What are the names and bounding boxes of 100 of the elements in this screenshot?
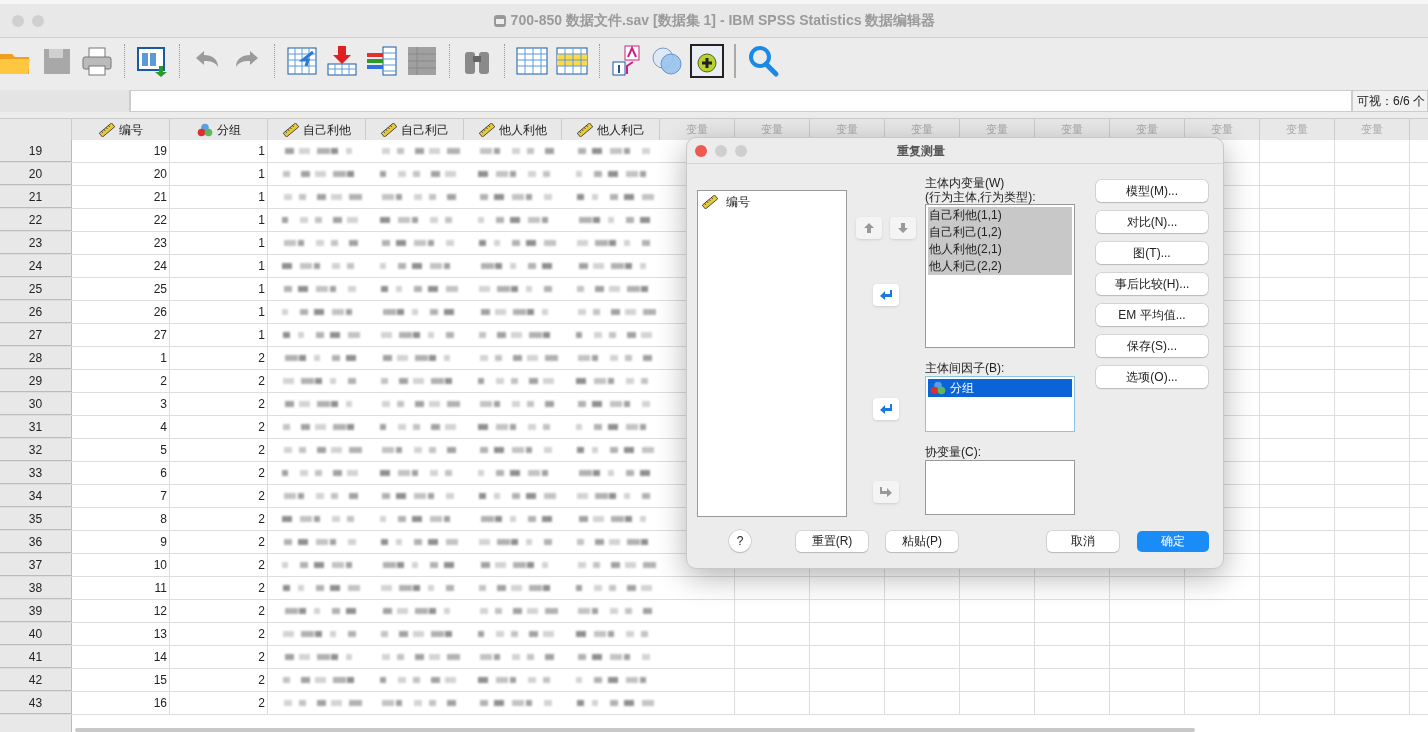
column-header[interactable]: 自己利他 xyxy=(268,119,366,140)
option-button[interactable]: 事后比较(H)... xyxy=(1096,273,1208,295)
move-up-button[interactable] xyxy=(856,217,882,239)
table-cell: 2 xyxy=(72,370,170,392)
row-number[interactable]: 23 xyxy=(0,232,72,254)
move-down-button[interactable] xyxy=(890,217,916,239)
goto-case-icon[interactable] xyxy=(285,44,319,78)
between-subjects-list[interactable]: 分组 xyxy=(925,376,1075,432)
column-name: 自己利他 xyxy=(302,121,351,139)
horizontal-scrollbar[interactable] xyxy=(75,728,1195,732)
move-left-button[interactable] xyxy=(873,284,899,306)
list-item[interactable]: 编号 xyxy=(726,193,750,211)
row-number[interactable]: 21 xyxy=(0,186,72,208)
column-header[interactable]: 编号 xyxy=(72,119,170,140)
table-cell: 1 xyxy=(170,301,268,323)
table-cell: 2 xyxy=(170,462,268,484)
row-number[interactable]: 43 xyxy=(0,692,72,714)
row-number[interactable]: 42 xyxy=(0,669,72,691)
table-cell: 2 xyxy=(170,393,268,415)
row-number[interactable]: 30 xyxy=(0,393,72,415)
up-arrow-icon xyxy=(863,222,875,234)
row-number[interactable]: 37 xyxy=(0,554,72,576)
column-header[interactable]: 自己利己 xyxy=(366,119,464,140)
table-icon[interactable] xyxy=(555,44,589,78)
print-icon[interactable] xyxy=(80,44,114,78)
option-button[interactable]: 图(T)... xyxy=(1096,242,1208,264)
row-number[interactable]: 29 xyxy=(0,370,72,392)
split-file-icon[interactable] xyxy=(405,44,439,78)
field-label: 主体内变量(W) xyxy=(925,176,1006,190)
dialog-title: 重复测量 xyxy=(897,143,945,160)
zoom-button[interactable] xyxy=(735,144,747,157)
row-number[interactable]: 20 xyxy=(0,163,72,185)
table-cell: 24 xyxy=(72,255,170,277)
row-number[interactable]: 38 xyxy=(0,577,72,599)
column-name: 自己利己 xyxy=(400,121,449,139)
dialog-button[interactable]: 取消 xyxy=(1047,530,1119,552)
column-header[interactable]: 他人利他 xyxy=(464,119,562,140)
insert-variable-icon[interactable] xyxy=(365,44,399,78)
row-number[interactable]: 27 xyxy=(0,324,72,346)
column-header[interactable]: 分组 xyxy=(170,119,268,140)
table-cell: 2 xyxy=(170,416,268,438)
row-number[interactable]: 35 xyxy=(0,508,72,530)
list-item[interactable]: 自己利他(1,1) xyxy=(928,207,1072,224)
column-header[interactable]: 他人利己 xyxy=(562,119,660,140)
minimize-button[interactable] xyxy=(715,144,727,157)
row-number[interactable]: 25 xyxy=(0,278,72,300)
list-item[interactable]: 他人利他(2,1) xyxy=(928,241,1072,258)
option-button[interactable]: 选项(O)... xyxy=(1096,366,1208,388)
close-button[interactable] xyxy=(695,144,707,157)
table-cell: 9 xyxy=(72,531,170,553)
table-cell: 2 xyxy=(170,370,268,392)
row-number[interactable]: 33 xyxy=(0,462,72,484)
table-cell: 2 xyxy=(170,347,268,369)
option-button[interactable]: 模型(M)... xyxy=(1096,180,1208,202)
import-data-icon[interactable] xyxy=(135,44,169,78)
list-item[interactable]: 他人利己(2,2) xyxy=(928,258,1072,275)
source-variable-list[interactable]: 编号 xyxy=(697,190,847,517)
document-icon xyxy=(492,13,507,28)
row-number[interactable]: 19 xyxy=(0,140,72,162)
covariate-list[interactable] xyxy=(925,460,1075,515)
row-number[interactable]: 28 xyxy=(0,347,72,369)
row-number[interactable]: 22 xyxy=(0,209,72,231)
table-cell: 4 xyxy=(72,416,170,438)
move-left-button[interactable] xyxy=(873,398,899,420)
dialog-button[interactable]: 重置(R) xyxy=(796,530,868,552)
row-number[interactable]: 39 xyxy=(0,600,72,622)
table-cell: 2 xyxy=(170,531,268,553)
option-button[interactable]: 保存(S)... xyxy=(1096,335,1208,357)
help-button[interactable]: ? xyxy=(729,530,751,552)
table-cell: 2 xyxy=(170,623,268,645)
table-cell: 8 xyxy=(72,508,170,530)
table-cell: 20 xyxy=(72,163,170,185)
search-icon[interactable] xyxy=(746,44,780,78)
table-cell: 16 xyxy=(72,692,170,714)
balls-icon xyxy=(930,381,946,395)
field-label: 协变量(C): xyxy=(925,444,982,460)
cell-editor-field[interactable] xyxy=(130,90,1352,112)
row-number[interactable]: 31 xyxy=(0,416,72,438)
move-right-button[interactable] xyxy=(873,481,899,503)
row-number[interactable]: 26 xyxy=(0,301,72,323)
add-icon[interactable] xyxy=(690,44,724,78)
row-number[interactable]: 36 xyxy=(0,531,72,553)
dialog-button[interactable]: 粘贴(P) xyxy=(886,530,958,552)
row-number[interactable]: 24 xyxy=(0,255,72,277)
row-number[interactable]: 41 xyxy=(0,646,72,668)
option-button[interactable]: 对比(N)... xyxy=(1096,211,1208,233)
option-button[interactable]: EM 平均值... xyxy=(1096,304,1208,326)
table-cell: 1 xyxy=(170,140,268,162)
list-item[interactable]: 分组 xyxy=(928,379,1072,397)
insert-case-icon[interactable] xyxy=(325,44,359,78)
within-subjects-list[interactable]: 自己利他(1,1) 自己利己(1,2) 他人利他(2,1) 他人利己(2,2) xyxy=(925,204,1075,348)
table-cell: 2 xyxy=(170,692,268,714)
table-cell: 15 xyxy=(72,669,170,691)
list-item[interactable]: 自己利己(1,2) xyxy=(928,224,1072,241)
table-cell: 3 xyxy=(72,393,170,415)
table-icon[interactable] xyxy=(515,44,549,78)
row-number[interactable]: 40 xyxy=(0,623,72,645)
circles-icon[interactable] xyxy=(650,44,684,78)
row-number[interactable]: 34 xyxy=(0,485,72,507)
row-number[interactable]: 32 xyxy=(0,439,72,461)
